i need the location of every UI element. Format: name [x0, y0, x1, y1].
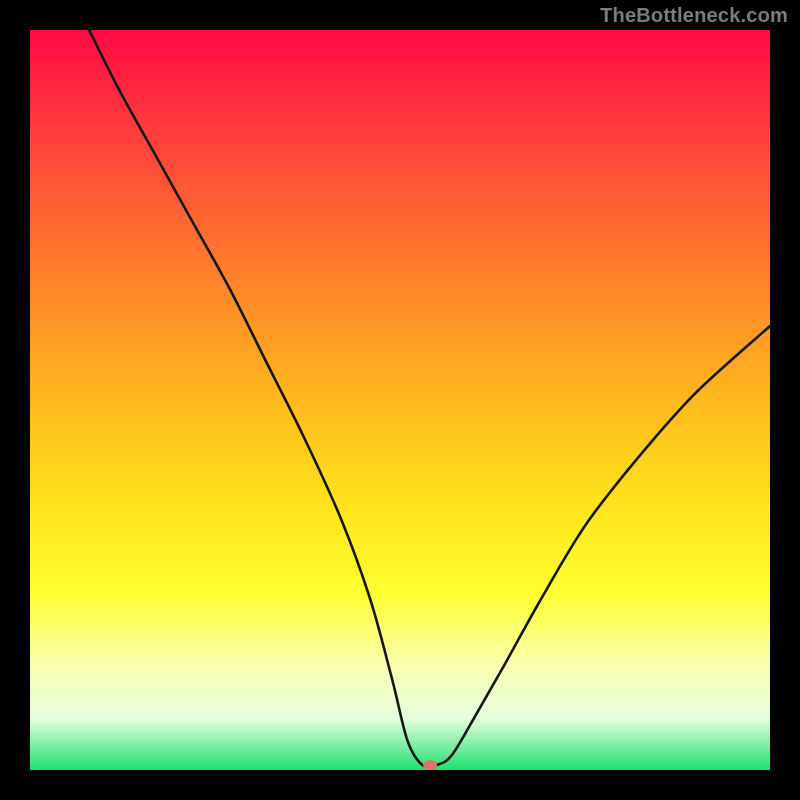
bottleneck-curve [30, 30, 770, 770]
optimal-point-marker [423, 760, 437, 770]
curve-path [89, 30, 770, 767]
chart-frame: TheBottleneck.com [0, 0, 800, 800]
plot-area [30, 30, 770, 770]
attribution-label: TheBottleneck.com [600, 5, 788, 28]
